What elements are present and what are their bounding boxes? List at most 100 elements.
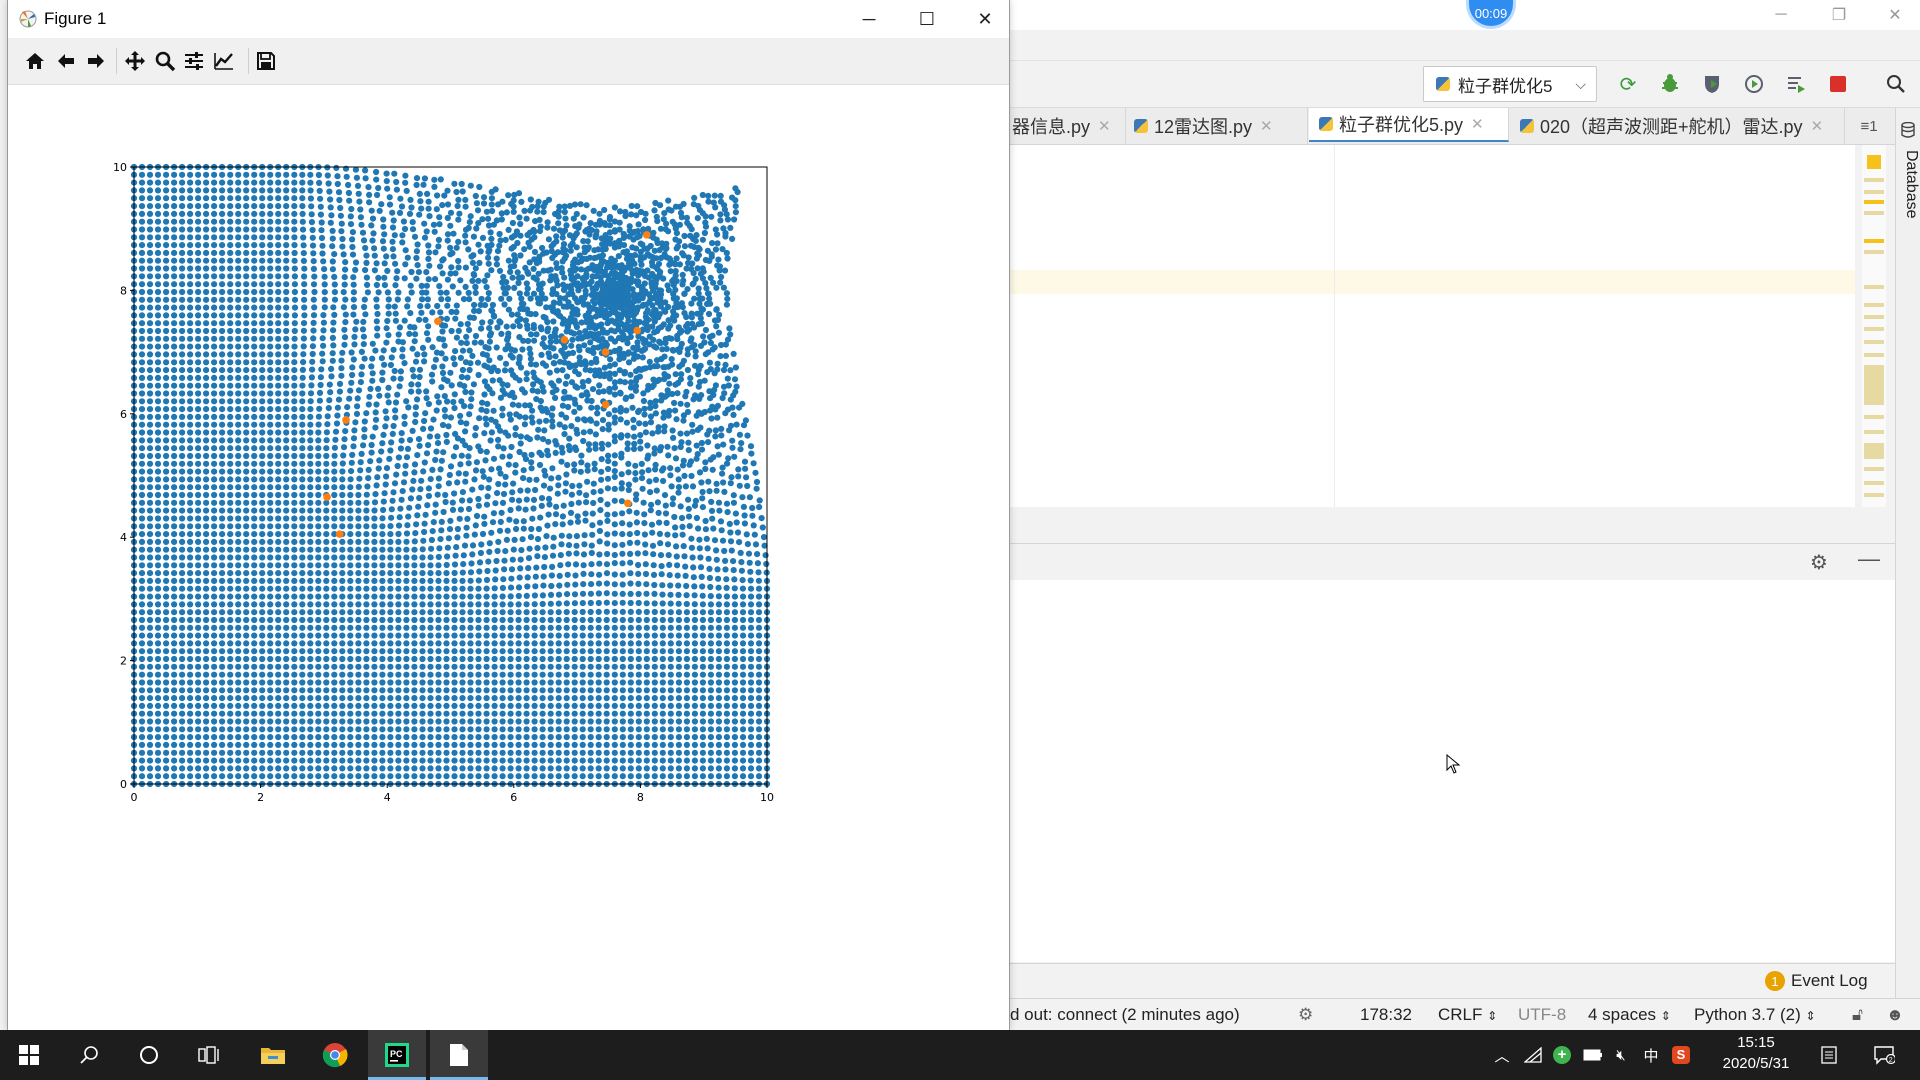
indent-settings[interactable]: 4 spaces ⇕ [1588,1005,1671,1025]
particle-point [311,304,318,311]
figure-title-bar[interactable]: Figure 1 ─ ☐ ✕ [8,0,1009,38]
particle-point [154,413,162,420]
run-with-coverage-icon[interactable] [1698,70,1726,98]
particle-point [467,765,474,772]
particle-point [546,369,553,376]
particle-point [339,726,346,733]
particle-point [482,457,489,464]
error-stripe[interactable] [1862,145,1886,507]
status-message[interactable]: d out: connect (2 minutes ago) [1010,1005,1240,1025]
particle-point [562,380,569,387]
database-icon[interactable] [1901,121,1915,138]
close-tab-icon[interactable]: ✕ [1811,117,1824,135]
save-icon[interactable] [252,47,280,75]
tab-overflow-button[interactable]: ≡1 [1846,108,1892,144]
particle-point [379,531,386,538]
particle-point [379,616,386,624]
lock-icon[interactable]: 🔓︎ [1852,1005,1863,1025]
particle-point [171,507,178,514]
back-icon[interactable] [52,47,80,75]
particle-point [444,553,451,560]
particle-point [499,726,506,733]
particle-point [171,413,178,420]
particle-point [300,359,307,366]
search-everywhere-icon[interactable] [1882,70,1910,98]
particle-point [466,219,473,226]
file-encoding[interactable]: UTF-8 [1518,1005,1566,1025]
figure-minimize-button[interactable]: ─ [840,0,898,38]
rerun-icon[interactable]: ⟳ [1614,70,1642,98]
configure-subplots-icon[interactable] [180,47,208,75]
code-editor[interactable] [1010,145,1855,507]
particle-point [451,702,458,710]
database-tool-button[interactable]: Database [1902,150,1920,219]
particle-point [387,726,394,733]
figure-close-button[interactable]: ✕ [956,0,1014,38]
particle-point [318,234,326,242]
particle-point [235,741,242,749]
stop-icon[interactable] [1824,70,1852,98]
figure-maximize-button[interactable]: ☐ [898,0,956,38]
particle-point [339,741,346,749]
run-configuration-dropdown[interactable]: 粒子群优化5 ⌵ [1423,66,1597,102]
particle-point [555,474,562,481]
forward-icon[interactable] [82,47,110,75]
profile-icon[interactable] [1740,70,1768,98]
particle-point [443,585,450,592]
tab-radar-chart[interactable]: 12雷达图.py ✕ [1124,108,1308,144]
ide-close-button[interactable]: ✕ [1872,0,1918,30]
inspector-icon[interactable]: ☻ [1886,1005,1904,1025]
particle-point [363,671,370,678]
close-tab-icon[interactable]: ✕ [1471,115,1484,133]
particle-point [355,554,362,561]
particle-point [595,640,602,647]
edit-axis-icon[interactable] [210,47,238,75]
debug-icon[interactable] [1656,70,1684,98]
particle-point [195,265,202,272]
tab-pso5[interactable]: 粒子群优化5.py ✕ [1309,108,1509,142]
line-separator[interactable]: CRLF ⇕ [1438,1005,1497,1025]
ide-restore-button[interactable]: ❐ [1816,0,1862,30]
close-tab-icon[interactable]: ✕ [1260,117,1273,135]
hide-panel-icon[interactable]: — [1858,546,1880,572]
close-tab-icon[interactable]: ✕ [1098,117,1111,135]
zoom-icon[interactable] [151,47,179,75]
particle-point [493,557,500,565]
particle-point [251,585,258,592]
particle-point [300,351,307,358]
gear-icon[interactable]: ⚙ [1810,550,1828,575]
particle-point [533,476,540,483]
python-interpreter[interactable]: Python 3.7 (2) ⇕ [1694,1005,1816,1025]
home-icon[interactable] [21,47,49,75]
particle-point [267,468,274,475]
particle-point [443,609,450,616]
concurrency-diagram-icon[interactable] [1782,70,1810,98]
particle-point [138,468,146,475]
particle-point [163,327,170,335]
background-tasks-icon[interactable]: ⚙ [1298,1005,1313,1025]
caret-position[interactable]: 178:32 [1360,1005,1412,1025]
pan-icon[interactable] [121,47,149,75]
particle-point [429,309,436,316]
particle-point [611,741,618,749]
particle-point [379,695,386,702]
particle-point [587,687,594,694]
tab-device-info[interactable]: 器信息.py ✕ [1010,108,1126,144]
particle-point [211,413,218,420]
event-log-button[interactable]: 1 Event Log [1765,969,1868,993]
ide-minimize-button[interactable]: ─ [1758,0,1804,30]
particle-point [154,327,162,335]
warning-indicator-icon[interactable] [1867,155,1881,169]
tab-ultrasonic-radar[interactable]: 020（超声波测距+舵机）雷达.py ✕ [1510,108,1845,144]
scatter-plot[interactable]: 0 2 4 6 8 100246810 [8,85,1009,1030]
particle-point [423,450,431,457]
particle-point [323,773,330,780]
particle-point [339,710,346,717]
particle-point [371,749,378,756]
particle-point [179,749,186,756]
particle-point [403,640,410,647]
particle-point [154,273,162,280]
particle-point [398,437,405,444]
particle-point [435,483,442,490]
particle-point [499,616,506,624]
